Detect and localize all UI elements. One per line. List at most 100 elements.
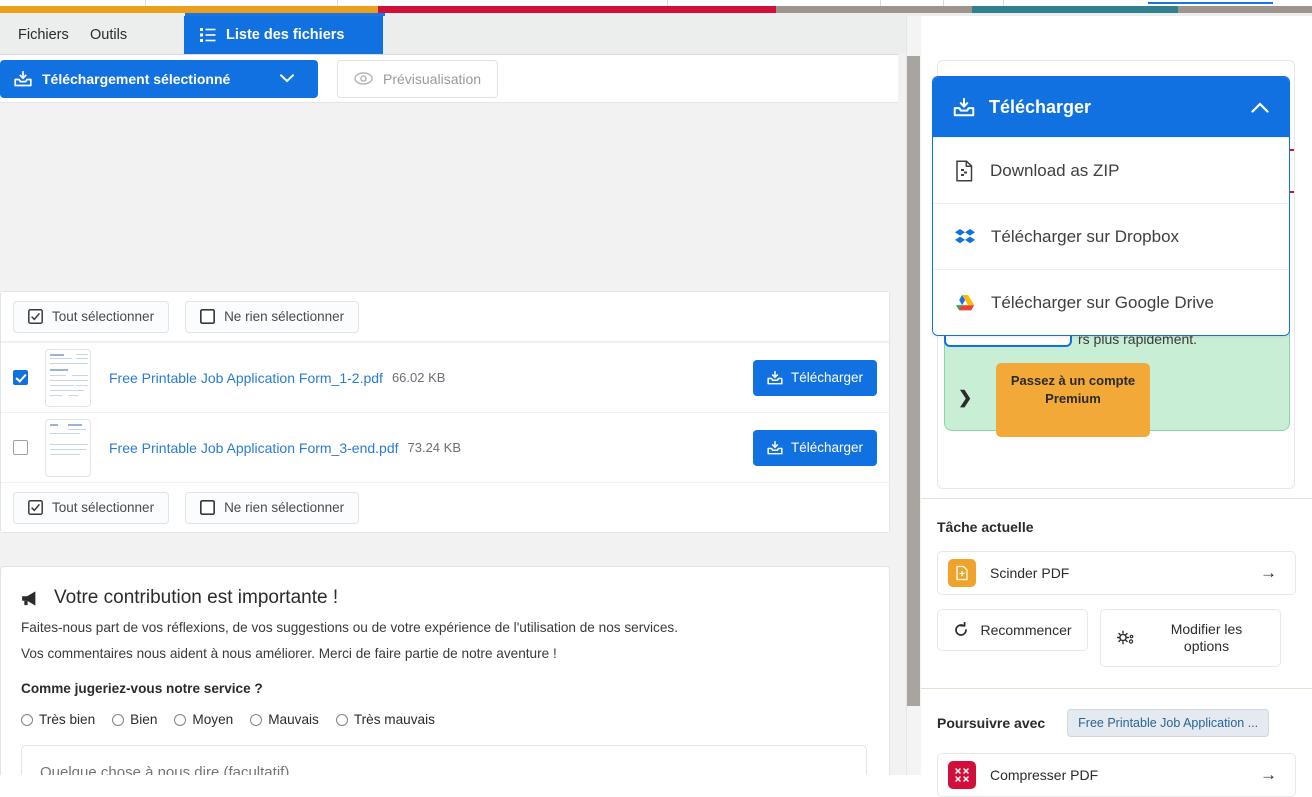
chevron-down-icon <box>280 74 294 83</box>
chevron-right-icon: ❯ <box>958 388 973 407</box>
tab-color-grey-2[interactable] <box>1178 6 1312 13</box>
file-list-card: Tout sélectionner Ne rien sélectionner F… <box>0 291 890 533</box>
select-none-button-top[interactable]: Ne rien sélectionner <box>185 300 360 333</box>
select-none-button-bottom[interactable]: Ne rien sélectionner <box>185 491 360 524</box>
radio-icon <box>250 713 263 726</box>
table-row[interactable]: Free Printable Job Application Form_1-2.… <box>1 342 889 412</box>
file-name[interactable]: Free Printable Job Application Form_3-en… <box>109 440 399 456</box>
file-thumbnail <box>45 348 91 407</box>
feedback-textarea[interactable] <box>21 745 867 775</box>
download-file-button[interactable]: Télécharger <box>753 429 877 466</box>
current-task-section: Tâche actuelle Scinder PDF → Recommencer… <box>921 498 1312 667</box>
rating-option-label: Très bien <box>39 712 96 727</box>
download-icon <box>953 97 975 117</box>
table-row[interactable]: Free Printable Job Application Form_3-en… <box>1 412 889 482</box>
nav-item-label: Outils <box>90 27 128 43</box>
left-scroll-gap <box>898 54 906 775</box>
select-none-label: Ne rien sélectionner <box>224 309 345 324</box>
restart-label: Recommencer <box>980 622 1072 638</box>
tab-color-orange[interactable] <box>0 6 378 13</box>
task-label: Scinder PDF <box>990 565 1070 581</box>
rating-option-label: Très mauvais <box>353 712 435 727</box>
rating-option-label: Bien <box>130 712 158 727</box>
rating-option-tres-bien[interactable]: Très bien <box>21 712 95 727</box>
download-selected-button[interactable]: Téléchargement sélectionné <box>0 59 318 98</box>
tab-divider <box>943 0 944 6</box>
checkbox-empty-icon <box>200 500 216 515</box>
page-scrollbar-thumb[interactable] <box>907 56 920 706</box>
checkbox-checked-icon <box>28 309 43 324</box>
continue-with-title: Poursuivre avec <box>937 715 1046 731</box>
download-selected-label: Téléchargement sélectionné <box>42 70 231 87</box>
checkbox-checked-icon <box>28 500 43 515</box>
checkbox-checked-icon <box>13 370 28 385</box>
download-icon <box>14 70 32 87</box>
upgrade-premium-button[interactable]: ❯ Passez à un compte Premium <box>958 363 1150 437</box>
tab-color-crimson[interactable] <box>378 6 776 13</box>
rating-option-tres-mauvais[interactable]: Très mauvais <box>335 712 435 727</box>
file-thumbnail <box>45 418 91 477</box>
tab-liste-des-fichiers[interactable]: Liste des fichiers <box>184 16 383 54</box>
download-icon <box>767 440 783 455</box>
preview-button[interactable]: Prévisualisation <box>337 59 499 98</box>
continue-with-file-chip[interactable]: Free Printable Job Application ... <box>1067 709 1270 737</box>
dropdown-item-label: Télécharger sur Dropbox <box>991 226 1180 246</box>
tab-color-grey-1[interactable] <box>776 6 972 13</box>
file-checkbox-2[interactable] <box>13 440 37 455</box>
tab-color-teal[interactable] <box>972 6 1178 13</box>
nav-item-label: Fichiers <box>18 27 69 43</box>
rating-option-mauvais[interactable]: Mauvais <box>250 712 319 727</box>
selection-bar-bottom: Tout sélectionner Ne rien sélectionner <box>1 482 889 532</box>
task-scinder-pdf[interactable]: Scinder PDF → <box>937 551 1296 595</box>
restart-button[interactable]: Recommencer <box>937 609 1088 651</box>
dropdown-item-label: Télécharger sur Google Drive <box>991 292 1214 312</box>
task-label: Compresser PDF <box>990 767 1099 783</box>
modify-options-button[interactable]: Modifier les options <box>1100 609 1281 667</box>
select-none-label: Ne rien sélectionner <box>224 500 345 515</box>
download-label: Télécharger <box>790 440 864 455</box>
file-zip-icon <box>955 159 974 182</box>
split-pdf-icon <box>948 559 976 587</box>
radio-icon <box>335 713 348 726</box>
file-checkbox-1[interactable] <box>13 370 37 385</box>
main-content-column: Téléchargement sélectionné Prévisualisat… <box>0 54 906 775</box>
feedback-line-2: Vos commentaires nous aident à nous amél… <box>21 646 557 661</box>
modify-options-label: Modifier les options <box>1170 620 1243 655</box>
file-size: 66.02 KB <box>391 370 446 385</box>
browser-tabstrip <box>0 0 1312 17</box>
download-icon <box>767 370 783 385</box>
radio-icon <box>174 713 187 726</box>
select-all-button-bottom[interactable]: Tout sélectionner <box>13 491 170 524</box>
rating-option-label: Mauvais <box>268 712 319 727</box>
dropdown-item-google-drive[interactable]: Télécharger sur Google Drive <box>933 269 1289 335</box>
radio-icon <box>112 713 125 726</box>
arrow-right-icon: → <box>1260 765 1277 784</box>
radio-icon <box>21 713 33 726</box>
file-name[interactable]: Free Printable Job Application Form_1-2.… <box>109 370 383 386</box>
select-all-label: Tout sélectionner <box>52 500 155 515</box>
download-dropdown-header[interactable]: Télécharger <box>933 77 1289 137</box>
rating-option-bien[interactable]: Bien <box>112 712 157 727</box>
tab-focus-line <box>1148 2 1273 4</box>
continue-with-row: Poursuivre avec Free Printable Job Appli… <box>921 689 1312 737</box>
dropbox-icon <box>955 228 975 246</box>
feedback-title-label: Votre contribution est importante ! <box>54 587 339 608</box>
refresh-icon <box>953 622 969 638</box>
rating-option-moyen[interactable]: Moyen <box>174 712 233 727</box>
compress-pdf-icon <box>948 761 976 789</box>
nav-item-outils[interactable]: Outils <box>72 16 145 54</box>
select-all-button-top[interactable]: Tout sélectionner <box>13 300 170 333</box>
upgrade-premium-label: Passez à un compte Premium <box>1010 373 1136 406</box>
dropdown-item-download-zip[interactable]: Download as ZIP <box>933 137 1289 203</box>
feedback-question: Comme jugeriez-vous notre service ? <box>21 681 263 696</box>
feedback-title: Votre contribution est importante ! <box>21 587 869 609</box>
task-compresser-pdf[interactable]: Compresser PDF → <box>937 753 1296 797</box>
empty-preview-area <box>0 103 906 291</box>
preview-label: Prévisualisation <box>383 70 482 87</box>
file-size: 73.24 KB <box>407 440 462 455</box>
chevron-up-icon <box>1251 101 1269 113</box>
rating-radio-group: Très bien Bien Moyen Mauvais Très mauvai… <box>21 712 869 727</box>
dropdown-item-dropbox[interactable]: Télécharger sur Dropbox <box>933 203 1289 269</box>
download-file-button[interactable]: Télécharger <box>753 359 877 396</box>
tab-divider <box>667 0 668 6</box>
